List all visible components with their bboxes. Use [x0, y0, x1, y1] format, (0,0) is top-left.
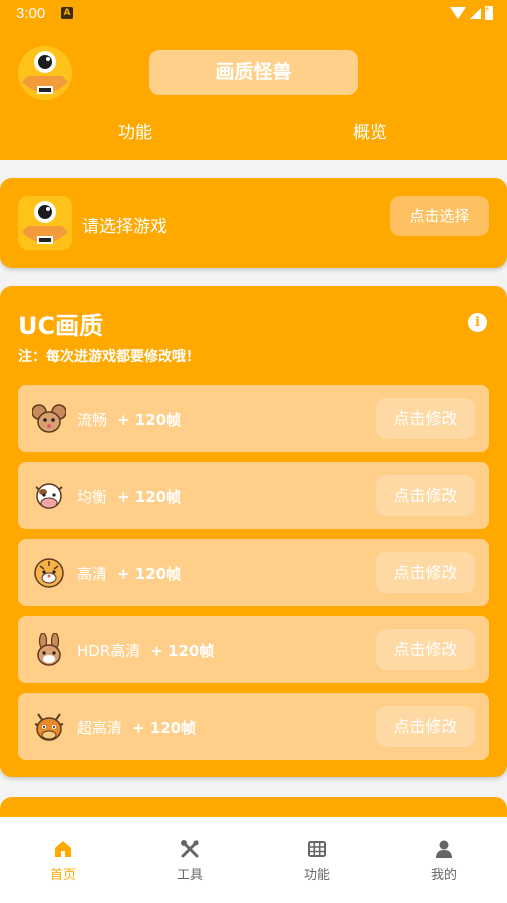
modify-button-smooth[interactable]: 点击修改 — [376, 398, 475, 439]
tiger-icon — [34, 558, 64, 588]
game-select-card: 请选择游戏 点击选择 — [0, 178, 507, 268]
battery-icon — [484, 5, 493, 20]
quality-row-text: 超高清 + 120帧 — [77, 719, 197, 737]
modify-button-hd[interactable]: 点击修改 — [376, 552, 475, 593]
signal-icon — [470, 7, 481, 19]
info-icon[interactable]: i — [468, 313, 487, 332]
nav-features-label: 功能 — [303, 868, 330, 883]
status-icons — [450, 5, 493, 20]
quality-row-text: 高清 + 120帧 — [77, 565, 182, 583]
mouse-icon — [32, 404, 66, 433]
modify-button-hdr[interactable]: 点击修改 — [376, 629, 475, 670]
uc-title: UC画质 — [18, 312, 104, 340]
quality-row-text: HDR高清 + 120帧 — [77, 642, 215, 660]
bottom-nav: 首页 工具 功能 我的 — [0, 817, 507, 903]
nav-features[interactable]: 功能 — [254, 817, 380, 903]
nav-tools[interactable]: 工具 — [127, 817, 253, 903]
select-game-label: 请选择游戏 — [82, 217, 167, 237]
quality-row-text: 流畅 + 120帧 — [77, 411, 182, 429]
nav-profile[interactable]: 我的 — [381, 817, 507, 903]
rabbit-icon — [37, 633, 61, 666]
nav-profile-label: 我的 — [430, 868, 457, 883]
status-bar: 3:00 A — [0, 0, 507, 28]
quality-row-text: 均衡 + 120帧 — [77, 488, 182, 506]
quality-row-hdr: HDR高清 + 120帧 点击修改 — [18, 616, 489, 683]
tools-icon — [181, 840, 199, 858]
select-game-button[interactable]: 点击选择 — [390, 196, 489, 236]
mascot-icon — [18, 196, 72, 250]
app-header: 3:00 A 画质怪兽 功能 概览 — [0, 0, 507, 160]
quality-row-smooth: 流畅 + 120帧 点击修改 — [18, 385, 489, 452]
person-icon — [436, 840, 452, 858]
nav-home-label: 首页 — [49, 868, 76, 883]
app-title: 画质怪兽 — [149, 50, 358, 95]
grid-icon — [308, 841, 326, 857]
modify-button-uhd[interactable]: 点击修改 — [376, 706, 475, 747]
tab-overview[interactable]: 概览 — [353, 118, 387, 143]
notification-a-icon: A — [61, 7, 73, 19]
nav-home[interactable]: 首页 — [0, 817, 126, 903]
home-icon — [55, 841, 71, 857]
status-time: 3:00 — [16, 5, 46, 22]
cow-icon — [35, 483, 63, 509]
tab-features[interactable]: 功能 — [118, 118, 152, 143]
uc-quality-card: UC画质 i 注：每次进游戏都要修改哦！ 流畅 + 120帧 点击修改 均衡 + 1… — [0, 286, 507, 777]
quality-row-balanced: 均衡 + 120帧 点击修改 — [18, 462, 489, 529]
uc-note: 注：每次进游戏都要修改哦！ — [18, 349, 200, 365]
quality-row-hd: 高清 + 120帧 点击修改 — [18, 539, 489, 606]
wifi-icon — [450, 7, 466, 19]
modify-button-balanced[interactable]: 点击修改 — [376, 475, 475, 516]
quality-row-uhd: 超高清 + 120帧 点击修改 — [18, 693, 489, 760]
nav-tools-label: 工具 — [176, 868, 203, 883]
mascot-avatar-icon[interactable] — [18, 46, 72, 100]
dragon-icon — [34, 713, 64, 741]
